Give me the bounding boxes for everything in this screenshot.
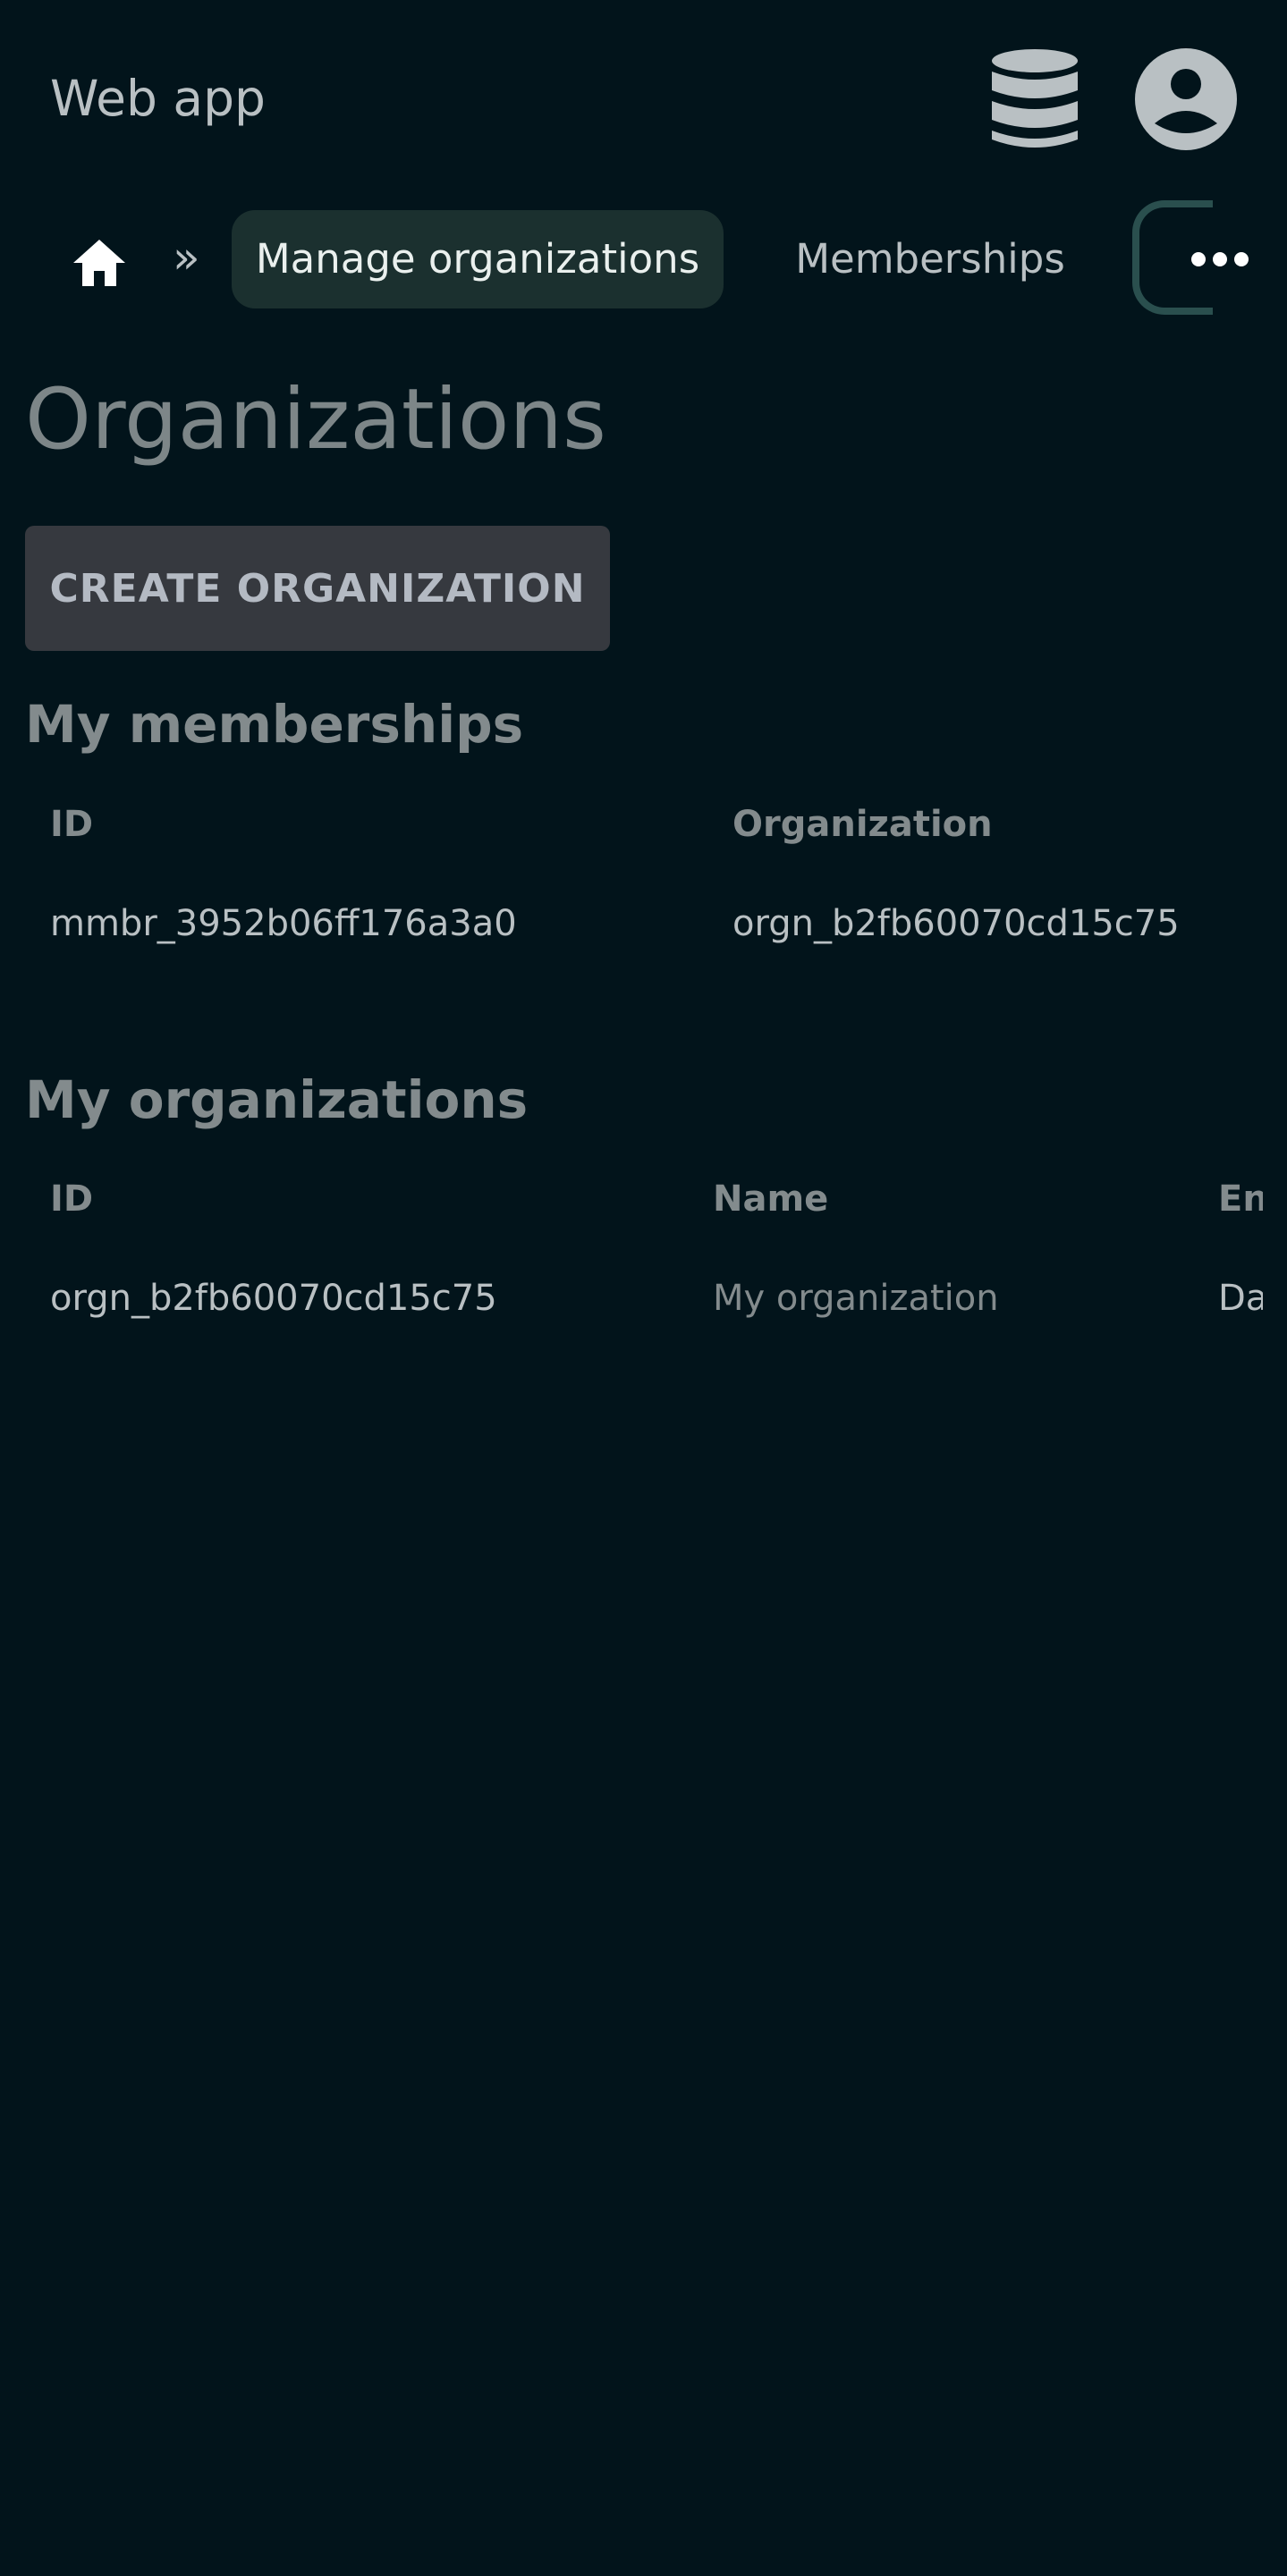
- home-icon[interactable]: [70, 236, 129, 290]
- organization-id-cell: orgn_b2fb60070cd15c75: [50, 1278, 497, 1319]
- column-header-id: ID: [50, 1178, 94, 1220]
- column-header-organization: Organization: [732, 804, 993, 845]
- app-header: Web app: [0, 0, 1287, 197]
- column-header-name: Name: [713, 1178, 829, 1220]
- app-title[interactable]: Web app: [50, 67, 266, 130]
- breadcrumb-separator: »: [173, 232, 200, 283]
- membership-id-cell: mmbr_3952b06ff176a3a0: [50, 903, 517, 944]
- memberships-section-title: My memberships: [25, 694, 524, 755]
- organization-truncated-cell: Da: [1218, 1278, 1263, 1319]
- account-circle-icon[interactable]: [1133, 46, 1239, 152]
- organization-name-cell: My organization: [713, 1278, 999, 1319]
- column-header-id: ID: [50, 804, 94, 845]
- breadcrumb-nav: » Manage organizations Memberships: [0, 197, 1287, 322]
- database-icon[interactable]: [987, 46, 1082, 152]
- column-header-truncated: En: [1218, 1178, 1263, 1220]
- organizations-section-title: My organizations: [25, 1069, 529, 1130]
- more-horizontal-icon[interactable]: [1191, 243, 1249, 275]
- tab-manage-organizations[interactable]: Manage organizations: [232, 210, 724, 308]
- page-title: Organizations: [25, 371, 606, 469]
- membership-organization-cell: orgn_b2fb60070cd15c75: [732, 903, 1180, 944]
- create-organization-button[interactable]: CREATE ORGANIZATION: [25, 526, 610, 651]
- tab-memberships[interactable]: Memberships: [778, 210, 1082, 308]
